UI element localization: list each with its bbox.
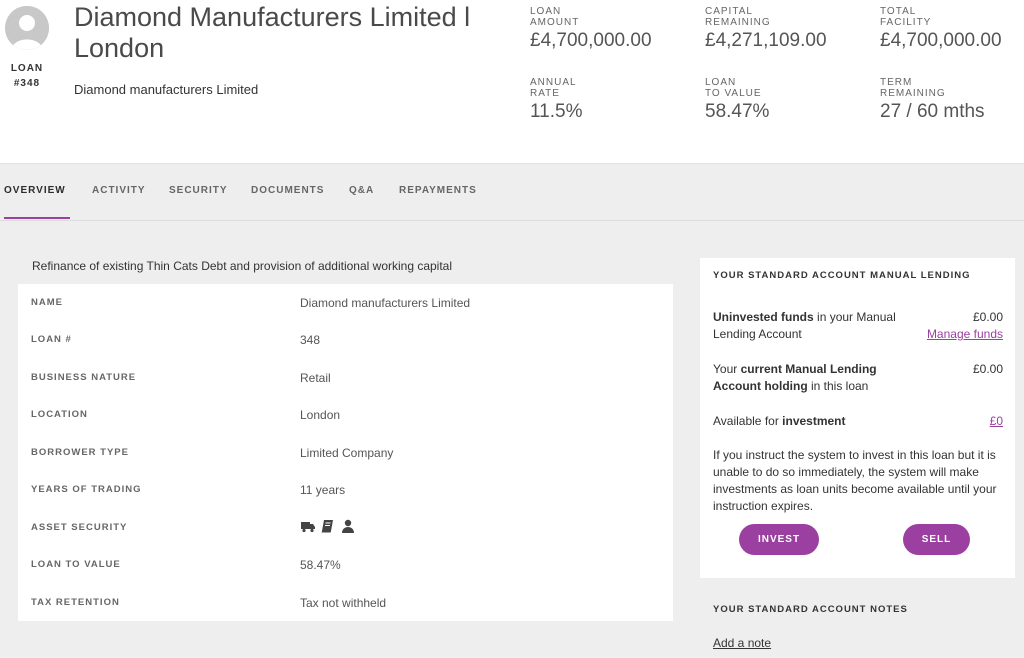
stat-value: £4,700,000.00 xyxy=(530,30,652,51)
row-key: LOAN # xyxy=(31,334,72,345)
table-row: ASSET SECURITY xyxy=(18,509,673,546)
row-key: NAME xyxy=(31,297,63,308)
stat-total-facility: TOTAL FACILITY £4,700,000.00 xyxy=(880,6,1002,52)
available-pre: Available for xyxy=(713,414,783,428)
loan-details-table: NAME Diamond manufacturers Limited LOAN … xyxy=(18,284,673,621)
stat-value: £4,271,109.00 xyxy=(705,30,827,51)
row-value: London xyxy=(300,408,341,422)
uninvested-funds-value: £0.00 xyxy=(972,310,1003,324)
holding-post: in this loan xyxy=(807,379,869,393)
row-key: BUSINESS NATURE xyxy=(31,372,137,383)
loan-tag-label: LOAN xyxy=(10,63,44,74)
loan-header: LOAN #348 Diamond Manufacturers Limited … xyxy=(0,0,1024,164)
user-icon xyxy=(340,518,356,534)
truck-icon xyxy=(300,518,316,534)
row-value: Limited Company xyxy=(300,446,394,460)
row-value: 348 xyxy=(300,333,321,347)
table-row: LOAN # 348 xyxy=(18,321,673,358)
person-icon xyxy=(5,6,49,50)
row-key: LOAN TO VALUE xyxy=(31,559,121,570)
uninvested-funds-label: Uninvested funds in your Manual Lending … xyxy=(713,309,903,343)
stat-label: LOAN AMOUNT xyxy=(530,6,580,28)
active-tab-indicator xyxy=(4,217,70,219)
loan-tag-number: #348 xyxy=(13,78,41,89)
row-key: BORROWER TYPE xyxy=(31,447,129,458)
row-value: Retail xyxy=(300,371,331,385)
stat-label: LOAN TO VALUE xyxy=(705,77,762,99)
table-row: TAX RETENTION Tax not withheld xyxy=(18,584,673,621)
avatar xyxy=(5,6,49,50)
stat-value: 27 / 60 mths xyxy=(880,101,985,122)
row-key: LOCATION xyxy=(31,409,88,420)
tab-activity[interactable]: ACTIVITY xyxy=(92,185,146,196)
invest-button[interactable]: INVEST xyxy=(739,524,819,555)
notes-section-title: YOUR STANDARD ACCOUNT NOTES xyxy=(713,604,908,615)
stat-value: 58.47% xyxy=(705,101,770,122)
stat-loan-amount: LOAN AMOUNT £4,700,000.00 xyxy=(530,6,652,52)
row-key: TAX RETENTION xyxy=(31,597,120,608)
available-bold: investment xyxy=(782,414,846,428)
row-key: YEARS OF TRADING xyxy=(31,484,142,495)
tab-qa[interactable]: Q&A xyxy=(349,185,374,196)
table-row: NAME Diamond manufacturers Limited xyxy=(18,284,673,321)
invest-instruction-note: If you instruct the system to invest in … xyxy=(713,448,997,513)
row-value: 11 years xyxy=(300,483,346,497)
table-row: BUSINESS NATURE Retail xyxy=(18,359,673,396)
row-value: Diamond manufacturers Limited xyxy=(300,296,471,310)
stat-capital-remaining: CAPITAL REMAINING £4,271,109.00 xyxy=(705,6,827,52)
panel-title: YOUR STANDARD ACCOUNT MANUAL LENDING xyxy=(713,270,971,281)
table-row: LOAN TO VALUE 58.47% xyxy=(18,546,673,583)
book-icon xyxy=(320,518,336,534)
tab-bar: OVERVIEW ACTIVITY SECURITY DOCUMENTS Q&A… xyxy=(0,164,1024,221)
uninvested-funds-values: £0.00 Manage funds xyxy=(927,309,1003,343)
holding-pre: Your xyxy=(713,362,741,376)
tab-documents[interactable]: DOCUMENTS xyxy=(251,185,324,196)
tab-overview[interactable]: OVERVIEW xyxy=(4,185,66,196)
uninvested-bold: Uninvested funds xyxy=(713,310,814,324)
tab-repayments[interactable]: REPAYMENTS xyxy=(399,185,477,196)
stat-label: TOTAL FACILITY xyxy=(880,6,932,28)
manual-lending-panel: YOUR STANDARD ACCOUNT MANUAL LENDING Uni… xyxy=(700,258,1015,578)
stat-loan-to-value: LOAN TO VALUE 58.47% xyxy=(705,77,769,123)
row-key: ASSET SECURITY xyxy=(31,522,128,533)
manage-funds-link[interactable]: Manage funds xyxy=(927,326,1003,343)
sell-button[interactable]: SELL xyxy=(903,524,970,555)
asset-security-icons xyxy=(300,518,356,534)
loan-description: Refinance of existing Thin Cats Debt and… xyxy=(32,259,453,273)
available-label: Available for investment xyxy=(713,413,903,430)
row-value: Tax not withheld xyxy=(300,596,387,610)
stat-label: TERM REMAINING xyxy=(880,77,946,99)
available-row: Available for investment £0 xyxy=(713,413,1003,431)
stat-annual-rate: ANNUAL RATE 11.5% xyxy=(530,77,582,123)
stat-term-remaining: TERM REMAINING 27 / 60 mths xyxy=(880,77,985,123)
page-subtitle: Diamond manufacturers Limited xyxy=(74,82,259,97)
table-row: LOCATION London xyxy=(18,396,673,433)
stat-value: 11.5% xyxy=(530,101,583,122)
stat-label: CAPITAL REMAINING xyxy=(705,6,771,28)
uninvested-funds-row: Uninvested funds in your Manual Lending … xyxy=(713,309,1003,345)
table-row: YEARS OF TRADING 11 years xyxy=(18,471,673,508)
add-note-link[interactable]: Add a note xyxy=(713,636,771,650)
stat-value: £4,700,000.00 xyxy=(880,30,1002,51)
holding-label: Your current Manual Lending Account hold… xyxy=(713,361,903,395)
tab-security[interactable]: SECURITY xyxy=(169,185,228,196)
loan-tag: LOAN #348 xyxy=(0,61,54,91)
stat-label: ANNUAL RATE xyxy=(530,77,577,99)
row-value: 58.47% xyxy=(300,558,341,572)
available-value-link[interactable]: £0 xyxy=(990,413,1003,430)
table-row: BORROWER TYPE Limited Company xyxy=(18,434,673,471)
page-title: Diamond Manufacturers Limited l London xyxy=(74,2,471,63)
holding-row: Your current Manual Lending Account hold… xyxy=(713,361,1003,397)
holding-value: £0.00 xyxy=(972,362,1003,376)
